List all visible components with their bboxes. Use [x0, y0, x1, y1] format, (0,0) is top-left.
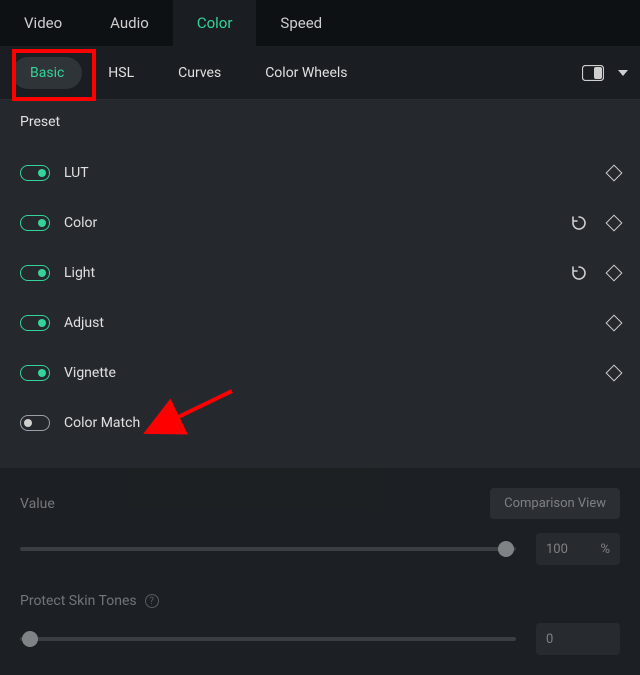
value-amount: 100 [546, 542, 568, 557]
comparison-view-button[interactable]: Comparison View [490, 488, 620, 519]
reset-icon[interactable] [570, 264, 588, 282]
preset-label: Preset [20, 114, 620, 130]
row-vignette: Vignette [20, 348, 620, 398]
tab-color[interactable]: Color [173, 0, 257, 46]
skin-amount: 0 [546, 632, 553, 647]
compare-icon[interactable] [582, 65, 604, 81]
subtab-hsl[interactable]: HSL [90, 57, 152, 89]
row-color-label: Color [64, 215, 570, 231]
skin-slider[interactable] [20, 637, 516, 641]
row-color: Color [20, 198, 620, 248]
row-lut: LUT [20, 148, 620, 198]
row-vignette-label: Vignette [64, 365, 608, 381]
toggle-lut[interactable] [20, 165, 50, 181]
row-color-match: Color Match [20, 398, 620, 448]
reset-icon[interactable] [570, 214, 588, 232]
color-basic-panel: Preset LUT Color Light Adjust [0, 100, 640, 468]
keyframe-icon[interactable] [606, 315, 623, 332]
chevron-down-icon[interactable] [618, 70, 628, 76]
tab-video[interactable]: Video [0, 0, 86, 46]
toggle-adjust[interactable] [20, 315, 50, 331]
top-tab-bar: Video Audio Color Speed [0, 0, 640, 46]
value-label: Value [20, 496, 490, 512]
keyframe-icon[interactable] [606, 365, 623, 382]
row-adjust-label: Adjust [64, 315, 608, 331]
help-icon[interactable]: ? [145, 594, 159, 608]
subtab-basic[interactable]: Basic [12, 57, 82, 89]
row-light-label: Light [64, 265, 570, 281]
value-input[interactable]: 100 % [536, 533, 620, 565]
keyframe-icon[interactable] [606, 215, 623, 232]
sub-tab-bar: Basic HSL Curves Color Wheels [0, 46, 640, 100]
tab-audio[interactable]: Audio [86, 0, 173, 46]
keyframe-icon[interactable] [606, 265, 623, 282]
skin-value-input[interactable]: 0 [536, 623, 620, 655]
subtab-curves[interactable]: Curves [160, 57, 239, 89]
protect-skin-label: Protect Skin Tones [20, 593, 137, 609]
row-lut-label: LUT [64, 165, 608, 181]
row-light: Light [20, 248, 620, 298]
keyframe-icon[interactable] [606, 165, 623, 182]
value-unit: % [600, 542, 610, 557]
subtab-color-wheels[interactable]: Color Wheels [247, 57, 365, 89]
toggle-vignette[interactable] [20, 365, 50, 381]
toggle-color[interactable] [20, 215, 50, 231]
value-slider[interactable] [20, 547, 516, 551]
tab-speed[interactable]: Speed [256, 0, 346, 46]
value-section: Value Comparison View 100 % Protect Skin… [0, 468, 640, 675]
row-color-match-label: Color Match [64, 415, 620, 431]
row-adjust: Adjust [20, 298, 620, 348]
toggle-light[interactable] [20, 265, 50, 281]
toggle-color-match[interactable] [20, 415, 50, 431]
